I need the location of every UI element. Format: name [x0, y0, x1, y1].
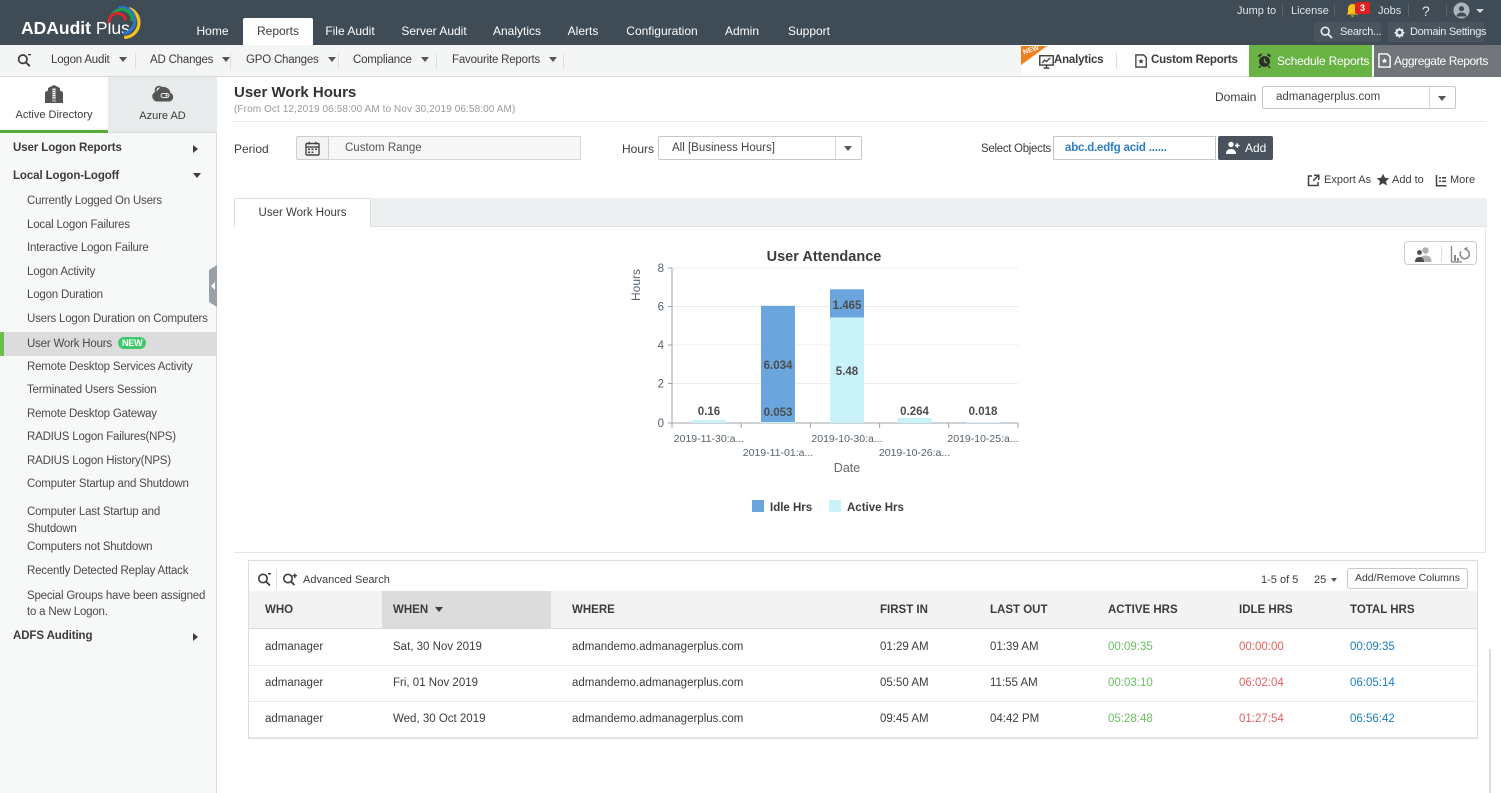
svg-text:2019-11-30:a...: 2019-11-30:a... [674, 433, 744, 445]
svg-text:0.16: 0.16 [698, 406, 720, 418]
svg-text:6: 6 [658, 302, 664, 314]
svg-text:Active Hrs: Active Hrs [847, 502, 904, 514]
svg-text:8: 8 [658, 263, 664, 275]
svg-text:6.034: 6.034 [764, 360, 793, 372]
svg-text:User Attendance: User Attendance [767, 249, 882, 265]
svg-text:Date: Date [834, 461, 860, 475]
svg-text:0.053: 0.053 [764, 407, 793, 419]
svg-text:2019-11-01:a...: 2019-11-01:a... [743, 447, 813, 459]
svg-text:0: 0 [658, 418, 664, 430]
svg-text:2019-10-25:a...: 2019-10-25:a... [947, 433, 1018, 445]
svg-text:2: 2 [658, 379, 664, 391]
svg-text:4: 4 [658, 340, 665, 352]
svg-text:Hours: Hours [629, 269, 643, 301]
svg-text:2019-10-26:a...: 2019-10-26:a... [879, 447, 950, 459]
svg-text:5.48: 5.48 [836, 366, 859, 378]
svg-text:0.264: 0.264 [900, 406, 929, 418]
svg-text:2019-10-30:a...: 2019-10-30:a... [811, 433, 882, 445]
svg-text:Idle Hrs: Idle Hrs [770, 502, 812, 514]
svg-text:0.018: 0.018 [969, 406, 998, 418]
svg-text:1.465: 1.465 [833, 300, 862, 312]
